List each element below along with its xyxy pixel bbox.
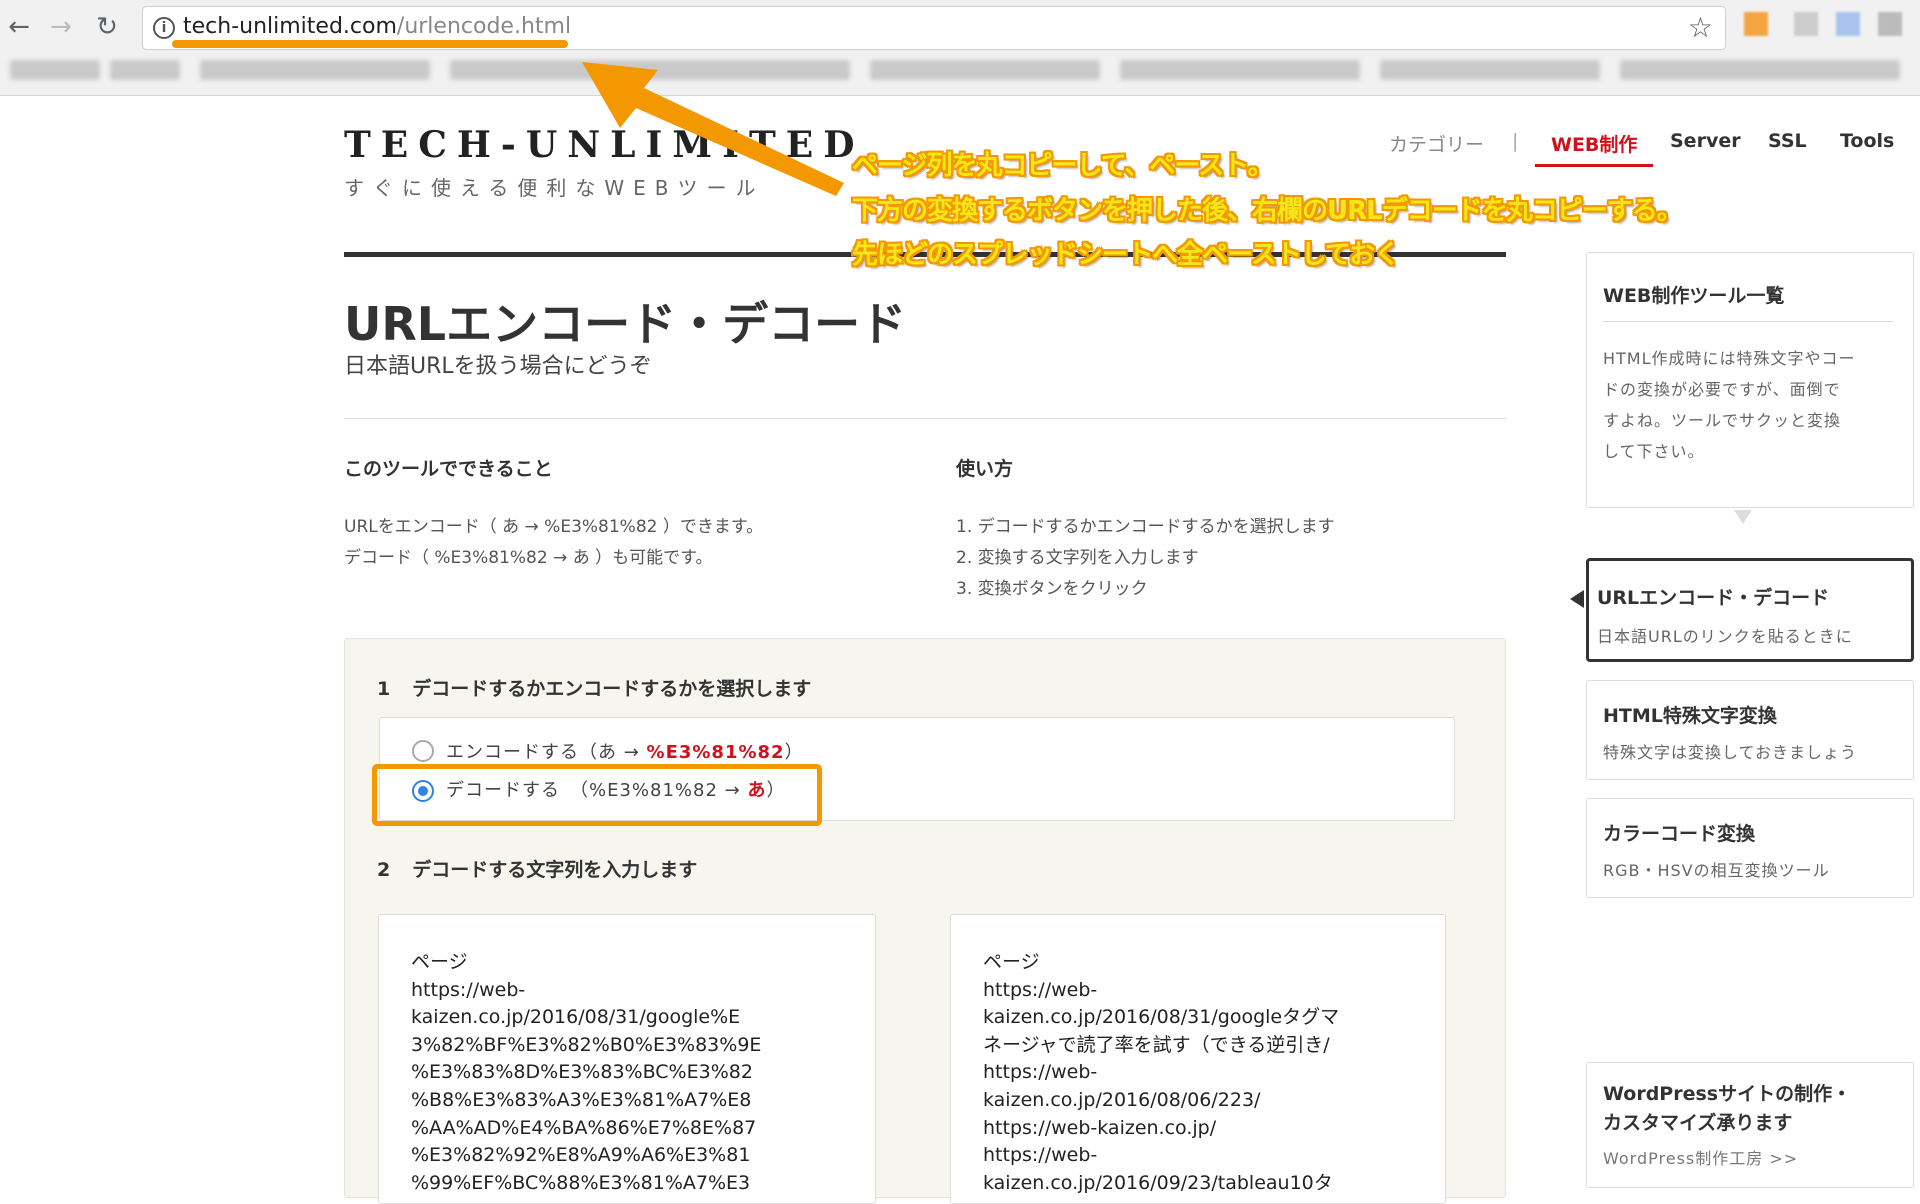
- annotation-text: ページ列を丸コピーして、ペースト。: [852, 151, 1274, 181]
- arrow-shape: [582, 62, 844, 196]
- annotation-text: 下方の変換するボタンを押した後、右欄のURLデコードを丸コピーする。: [852, 196, 1683, 226]
- annotation-text: 先ほどのスプレッドシートへ全ペーストしておく: [852, 240, 1400, 270]
